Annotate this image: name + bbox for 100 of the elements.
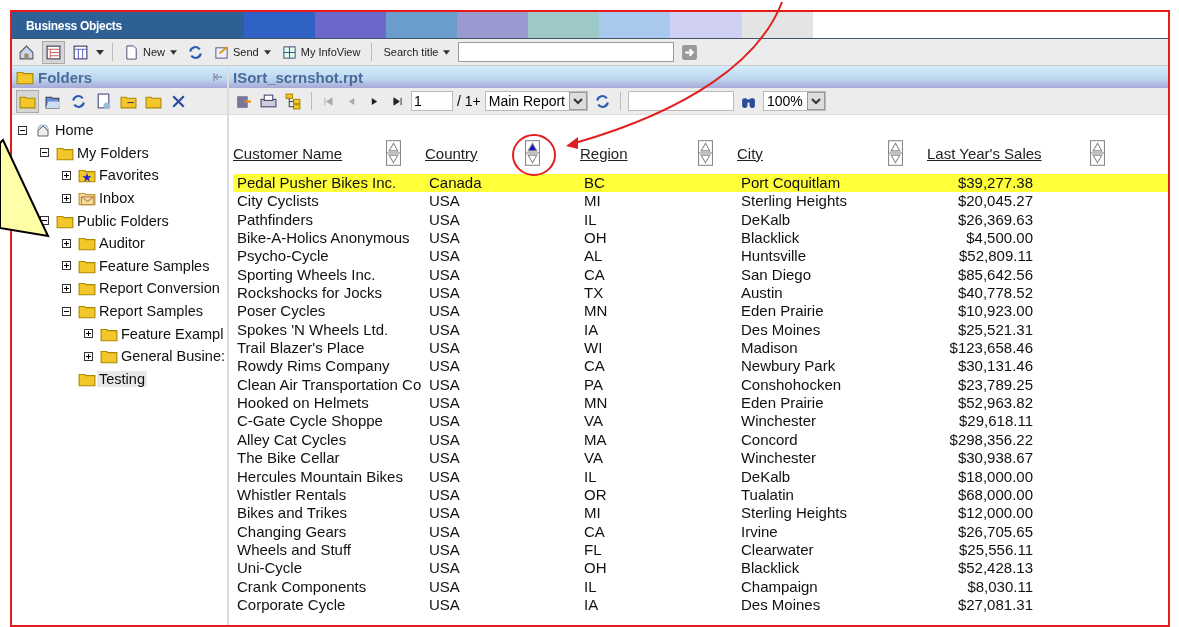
send-button[interactable]: Send [211,42,274,62]
table-cell-text: $85,642.56 [956,265,1034,285]
caret-icon[interactable] [96,49,104,55]
tree-item[interactable]: Testing [97,370,147,387]
table-cell-text: Hooked on Helmets [236,394,370,413]
table-cell-text: Winchester [740,412,818,431]
table-cell-text: IL [583,210,598,230]
table-cell-text: OR [583,485,608,505]
next-page-icon[interactable] [370,96,379,106]
table-cell-text: USA [428,504,461,523]
folder-icon [100,348,118,365]
table-cell-text: $30,938.67 [956,449,1034,468]
list-view-icon[interactable] [42,40,65,64]
table-cell-text: USA [428,412,461,431]
collapse-toggle-icon[interactable] [40,148,49,158]
table-cell-text: MN [583,302,609,321]
table-cell-text: USA [428,302,461,321]
expand-toggle-icon[interactable] [62,261,71,271]
document-icon [124,44,139,60]
collapse-icon[interactable] [213,73,223,81]
expand-toggle-icon[interactable] [84,351,93,361]
table-cell-text: WI [583,339,604,358]
table-cell-text: $25,556.11 [958,540,1034,560]
table-cell-text: Clearwater [740,540,815,560]
table-cell-text: $298,356.22 [948,430,1034,450]
expand-toggle-icon[interactable] [62,193,71,203]
table-cell-text: USA [428,485,461,505]
column-header[interactable]: City [737,144,763,162]
table-cell-text: Bike-A-Holics Anonymous [236,229,411,248]
table-cell-text: $25,521.31 [956,320,1034,340]
table-cell-text: Crank Components [236,577,368,596]
table-cell-text: Newbury Park [740,357,837,376]
table-cell-text: FL [583,540,603,560]
group-tree-icon[interactable] [283,90,304,112]
table-cell-text: $52,428.13 [956,559,1034,578]
table-cell-text: Rowdy Rims Company [236,357,391,376]
tree-item[interactable]: Auditor [97,235,147,252]
table-cell-text: $12,000.00 [956,504,1034,523]
table-cell-text: USA [428,284,461,303]
table-cell-text: DeKalb [740,467,792,486]
panel-title: Folders [38,68,93,86]
table-cell-text: Irvine [740,522,779,541]
collapse-toggle-icon[interactable] [18,125,27,135]
tree-item[interactable]: Report Conversion [97,280,222,297]
table-cell-text: Austin [740,284,784,303]
caret-icon [263,49,271,55]
tree-item[interactable]: Report Samples [97,303,205,320]
page-number-field[interactable]: 1 [411,91,453,111]
collapse-toggle-icon[interactable] [62,306,71,316]
tree-item[interactable]: My Folders [75,144,151,161]
expand-toggle-icon[interactable] [62,171,71,180]
column-header[interactable]: Last Year's Sales [927,144,1042,162]
expand-toggle-icon[interactable] [62,283,71,293]
table-cell-text: USA [428,229,461,248]
last-page-icon[interactable] [393,96,402,106]
table-cell-text: IL [583,467,598,486]
tree-item[interactable]: Feature Exampl [119,325,226,342]
sort-control-icon[interactable] [525,140,540,166]
table-cell-text: Huntsville [740,247,808,266]
column-header[interactable]: Country [425,144,478,162]
table-cell-text: USA [428,577,461,596]
search-field[interactable] [458,42,675,62]
table-cell-text: $40,778.52 [956,284,1034,303]
report-title: ISort_scrnshot.rpt [233,68,364,86]
table-cell-text: Eden Prairie [740,302,825,321]
table-cell-text: USA [428,394,461,413]
table-cell-text: Des Moines [740,320,822,340]
report-view-dropdown[interactable]: Main Report [484,91,588,111]
new-button[interactable]: New [121,42,180,62]
table-cell-text: MN [583,394,609,413]
table-cell-text: $29,618.11 [958,412,1034,431]
find-field[interactable] [628,91,734,111]
table-cell-text: Des Moines [740,595,822,615]
tree-item[interactable]: Favorites [97,167,161,184]
table-cell-text: VA [583,449,604,468]
table-cell-text: CA [583,357,606,376]
zoom-dropdown[interactable]: 100% [763,91,826,111]
column-header[interactable]: Customer Name [233,144,343,162]
folder-icon [78,303,96,320]
caret-icon [170,49,177,55]
table-cell-text: USA [428,210,461,230]
column-header[interactable]: Region [580,144,628,162]
tree-item[interactable]: General Busine: [119,348,227,365]
my-infoview-button[interactable]: My InfoView [278,42,364,62]
tree-item[interactable]: Feature Samples [97,257,212,274]
search-title-dropdown[interactable]: Search title [380,44,454,60]
expand-toggle-icon[interactable] [62,238,71,248]
tree-item[interactable]: Home [53,122,96,139]
table-cell-text: USA [428,467,461,486]
table-cell-text: Uni-Cycle [236,559,303,578]
table-cell-text: DeKalb [740,210,792,230]
expand-toggle-icon[interactable] [84,329,93,339]
table-cell-text: Poser Cycles [236,302,327,321]
tree-item[interactable]: Inbox [97,190,137,207]
table-cell-text: Hercules Mountain Bikes [236,467,404,486]
table-cell-text: Clean Air Transportation Co [236,375,423,395]
table-cell-text: Sporting Wheels Inc. [236,265,377,285]
table-cell-text: CA [583,265,606,285]
table-cell-text: USA [428,339,461,358]
tree-item[interactable]: Public Folders [75,212,171,229]
